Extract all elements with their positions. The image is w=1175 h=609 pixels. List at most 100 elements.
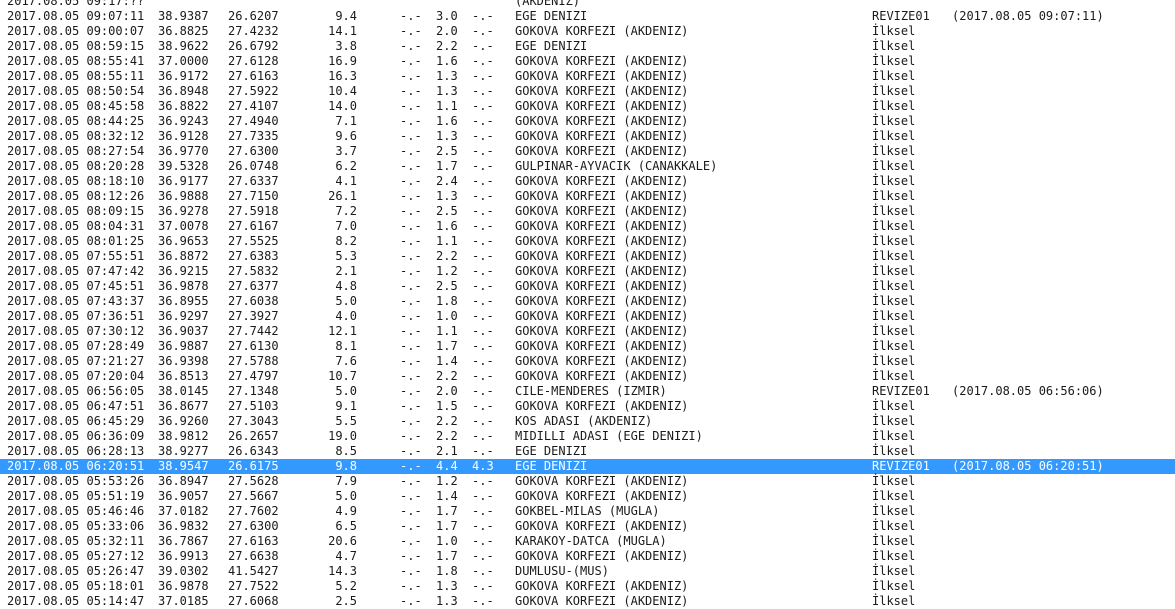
list-item[interactable]: 2017.08.05 07:28:49 36.9887 27.6130 8.1 -.- 1… — [0, 339, 1175, 354]
event-depth: 6.2 — [335, 159, 357, 173]
list-item[interactable]: 2017.08.05 05:51:19 36.9057 27.5667 5.0 -.- 1… — [0, 489, 1175, 504]
event-depth: 9.6 — [335, 129, 357, 143]
list-item[interactable]: 2017.08.05 06:56:05 38.0145 27.1348 5.0 -.- 2… — [0, 384, 1175, 399]
event-md: -.- — [400, 369, 422, 383]
event-ml: 1.3 — [436, 189, 458, 203]
list-item[interactable]: 2017.08.05 09:07:11 38.9387 26.6207 9.4 -.- 3… — [0, 9, 1175, 24]
list-item[interactable]: 2017.08.05 07:45:51 36.9878 27.6377 4.8 -.- 2… — [0, 279, 1175, 294]
list-item[interactable]: 2017.08.05 08:55:41 37.0000 27.6128 16.9 -.-… — [0, 54, 1175, 69]
list-item[interactable]: 2017.08.05 08:50:54 36.8948 27.5922 10.4 -.-… — [0, 84, 1175, 99]
list-item[interactable]: 2017.08.05 06:36:09 38.9812 26.2657 19.0 -.-… — [0, 429, 1175, 444]
list-item[interactable]: 2017.08.05 08:01:25 36.9653 27.5525 8.2 -.- 1… — [0, 234, 1175, 249]
event-quality: İlksel — [872, 399, 916, 413]
event-md: -.- — [400, 519, 422, 533]
event-latitude: 36.9832 — [158, 519, 209, 533]
event-quality: REVIZE01 — [872, 384, 930, 398]
event-mw: -.- — [472, 534, 494, 548]
list-item[interactable]: 2017.08.05 07:21:27 36.9398 27.5788 7.6 -.- 1… — [0, 354, 1175, 369]
list-item[interactable]: 2017.08.05 05:27:12 36.9913 27.6638 4.7 -.- 1… — [0, 549, 1175, 564]
list-item[interactable]: 2017.08.05 07:55:51 36.8872 27.6383 5.3 -.- 2… — [0, 249, 1175, 264]
list-item[interactable]: 2017.08.05 07:36:51 36.9297 27.3927 4.0 -.- 1… — [0, 309, 1175, 324]
event-location: (AKDENIZ) — [515, 0, 581, 8]
list-item[interactable]: 2017.08.05 05:32:11 36.7867 27.6163 20.6 -.-… — [0, 534, 1175, 549]
event-quality: İlksel — [872, 99, 916, 113]
list-item[interactable]: 2017.08.05 07:30:12 36.9037 27.7442 12.1 -.-… — [0, 324, 1175, 339]
event-longitude: 27.6163 — [228, 69, 279, 83]
list-item[interactable]: 2017.08.05 08:20:28 39.5328 26.0748 6.2 -.- 1… — [0, 159, 1175, 174]
event-mw: -.- — [472, 444, 494, 458]
event-latitude: 38.9277 — [158, 444, 209, 458]
list-item[interactable]: 2017.08.05 08:18:10 36.9177 27.6337 4.1 -.- 2… — [0, 174, 1175, 189]
event-longitude: 27.4797 — [228, 369, 279, 383]
event-latitude: 38.9547 — [158, 459, 209, 473]
list-item[interactable]: 2017.08.05 05:14:47 37.0185 27.6068 2.5 -.- 1… — [0, 594, 1175, 609]
list-item[interactable]: 2017.08.05 09:17:?? (AKDENIZ) — [0, 0, 1175, 9]
list-item[interactable]: 2017.08.05 08:27:54 36.9770 27.6300 3.7 -.- 2… — [0, 144, 1175, 159]
event-location: GOKOVA KORFEZI (AKDENIZ) — [515, 234, 689, 248]
event-depth: 8.2 — [335, 234, 357, 248]
event-quality: İlksel — [872, 354, 916, 368]
list-item[interactable]: 2017.08.05 08:04:31 37.0078 27.6167 7.0 -.- 1… — [0, 219, 1175, 234]
event-longitude: 27.5103 — [228, 399, 279, 413]
event-datetime: 2017.08.05 08:45:58 — [7, 99, 145, 113]
list-item[interactable]: 2017.08.05 07:43:37 36.8955 27.6038 5.0 -.- 1… — [0, 294, 1175, 309]
event-latitude: 36.9278 — [158, 204, 209, 218]
event-mw: -.- — [472, 279, 494, 293]
list-item[interactable]: 2017.08.05 08:32:12 36.9128 27.7335 9.6 -.- 1… — [0, 129, 1175, 144]
event-mw: -.- — [472, 54, 494, 68]
list-item[interactable]: 2017.08.05 07:20:04 36.8513 27.4797 10.7 -.-… — [0, 369, 1175, 384]
event-depth: 2.5 — [335, 594, 357, 608]
event-quality: İlksel — [872, 54, 916, 68]
list-item[interactable]: 2017.08.05 05:33:06 36.9832 27.6300 6.5 -.- 1… — [0, 519, 1175, 534]
event-mw: -.- — [472, 324, 494, 338]
event-latitude: 36.9398 — [158, 354, 209, 368]
event-longitude: 27.6300 — [228, 519, 279, 533]
event-quality: İlksel — [872, 249, 916, 263]
list-item[interactable]: 2017.08.05 06:45:29 36.9260 27.3043 5.5 -.- 2… — [0, 414, 1175, 429]
event-longitude: 27.6163 — [228, 534, 279, 548]
event-datetime: 2017.08.05 06:56:05 — [7, 384, 145, 398]
event-datetime: 2017.08.05 05:27:12 — [7, 549, 145, 563]
list-item[interactable]: 2017.08.05 08:12:26 36.9888 27.7150 26.1 -.-… — [0, 189, 1175, 204]
list-item-selected[interactable]: 2017.08.05 06:20:51 38.9547 26.6175 9.8 -.- 4… — [0, 459, 1175, 474]
event-quality: İlksel — [872, 114, 916, 128]
event-quality: REVIZE01 — [872, 459, 930, 473]
event-ml: 1.6 — [436, 114, 458, 128]
event-md: -.- — [400, 114, 422, 128]
event-location: GOKOVA KORFEZI (AKDENIZ) — [515, 279, 689, 293]
event-location: GOKOVA KORFEZI (AKDENIZ) — [515, 54, 689, 68]
event-depth: 5.5 — [335, 414, 357, 428]
event-ml: 1.8 — [436, 294, 458, 308]
event-longitude: 27.1348 — [228, 384, 279, 398]
event-mw: -.- — [472, 219, 494, 233]
event-quality: İlksel — [872, 69, 916, 83]
list-item[interactable]: 2017.08.05 05:46:46 37.0182 27.7602 4.9 -.- 1… — [0, 504, 1175, 519]
event-mw: -.- — [472, 129, 494, 143]
list-item[interactable]: 2017.08.05 09:00:07 36.8825 27.4232 14.1 -.-… — [0, 24, 1175, 39]
event-depth: 20.6 — [328, 534, 357, 548]
list-item[interactable]: 2017.08.05 06:47:51 36.8677 27.5103 9.1 -.- 1… — [0, 399, 1175, 414]
event-longitude: 27.6383 — [228, 249, 279, 263]
event-mw: -.- — [472, 144, 494, 158]
event-md: -.- — [400, 219, 422, 233]
list-item[interactable]: 2017.08.05 05:18:01 36.9878 27.7522 5.2 -.- 1… — [0, 579, 1175, 594]
list-item[interactable]: 2017.08.05 08:59:15 38.9622 26.6792 3.8 -.- 2… — [0, 39, 1175, 54]
event-quality: İlksel — [872, 429, 916, 443]
list-item[interactable]: 2017.08.05 07:47:42 36.9215 27.5832 2.1 -.- 1… — [0, 264, 1175, 279]
list-item[interactable]: 2017.08.05 05:53:26 36.8947 27.5628 7.9 -.- 1… — [0, 474, 1175, 489]
event-depth: 6.5 — [335, 519, 357, 533]
event-depth: 14.3 — [328, 564, 357, 578]
list-item[interactable]: 2017.08.05 06:28:13 38.9277 26.6343 8.5 -.- 2… — [0, 444, 1175, 459]
list-item[interactable]: 2017.08.05 08:55:11 36.9172 27.6163 16.3 -.-… — [0, 69, 1175, 84]
list-item[interactable]: 2017.08.05 08:09:15 36.9278 27.5918 7.2 -.- 2… — [0, 204, 1175, 219]
event-mw: -.- — [472, 414, 494, 428]
list-item[interactable]: 2017.08.05 08:44:25 36.9243 27.4940 7.1 -.- 1… — [0, 114, 1175, 129]
event-location: GOKOVA KORFEZI (AKDENIZ) — [515, 84, 689, 98]
event-depth: 19.0 — [328, 429, 357, 443]
event-depth: 14.1 — [328, 24, 357, 38]
event-ml: 2.5 — [436, 279, 458, 293]
event-md: -.- — [400, 339, 422, 353]
list-item[interactable]: 2017.08.05 08:45:58 36.8822 27.4107 14.0 -.-… — [0, 99, 1175, 114]
event-quality: İlksel — [872, 474, 916, 488]
list-item[interactable]: 2017.08.05 05:26:47 39.0302 41.5427 14.3 -.-… — [0, 564, 1175, 579]
